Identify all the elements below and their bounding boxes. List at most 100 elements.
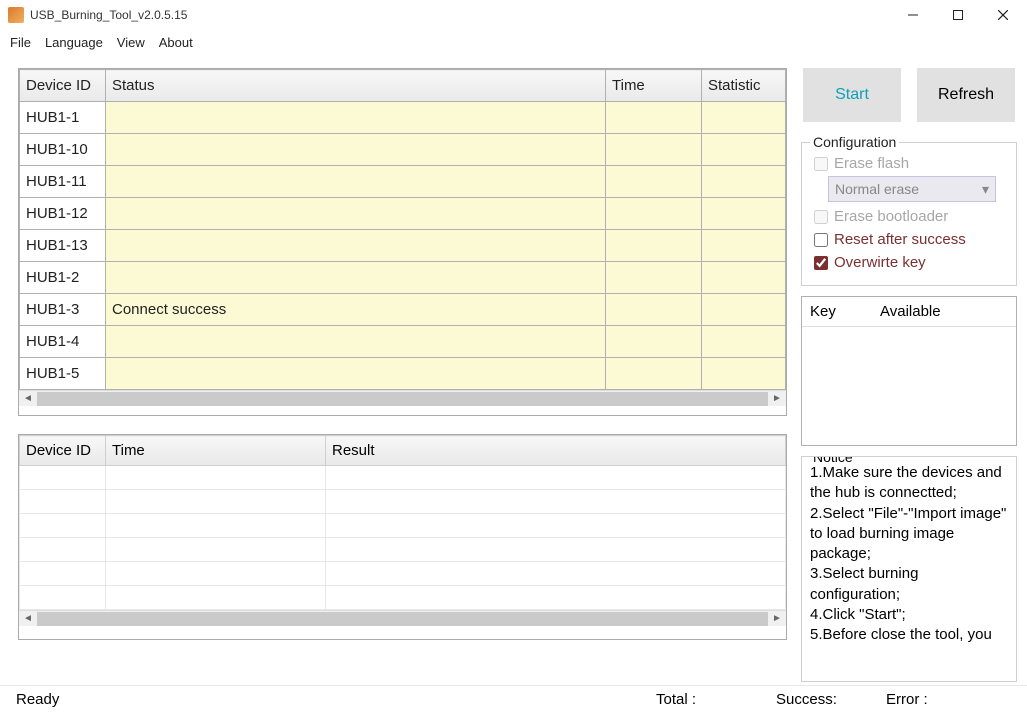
col-log-result[interactable]: Result (326, 436, 786, 466)
cell-device: HUB1-10 (20, 134, 106, 166)
table-row[interactable]: HUB1-3Connect success (20, 294, 786, 326)
erase-bootloader-row: Erase bootloader (814, 208, 1008, 225)
erase-mode-value: Normal erase (835, 181, 919, 197)
cell-stat (702, 294, 786, 326)
cell-stat (702, 102, 786, 134)
app-icon (8, 7, 24, 23)
cell-time (606, 294, 702, 326)
cell-time (606, 198, 702, 230)
scroll-left-icon[interactable]: ◄ (21, 393, 35, 404)
col-statistic[interactable]: Statistic (702, 70, 786, 102)
table-row[interactable]: HUB1-11 (20, 166, 786, 198)
cell-stat (702, 134, 786, 166)
erase-mode-select[interactable]: Normal erase ▾ (828, 176, 996, 202)
notice-legend: Notice (810, 456, 856, 467)
status-error: Error : (886, 691, 1011, 708)
device-table-hscroll[interactable]: ◄ ► (19, 390, 786, 406)
col-log-device[interactable]: Device ID (20, 436, 106, 466)
cell-stat (702, 358, 786, 390)
notice-line-2: 2.Select "File"-"Import image" to load b… (810, 504, 1008, 565)
cell-status: Connect success (106, 294, 606, 326)
key-col-header[interactable]: Key (802, 297, 872, 326)
table-row[interactable]: HUB1-12 (20, 198, 786, 230)
chevron-down-icon: ▾ (982, 181, 989, 198)
maximize-button[interactable] (935, 1, 980, 29)
table-row (20, 562, 786, 586)
reset-after-success-label: Reset after success (834, 231, 966, 248)
menu-language[interactable]: Language (45, 35, 103, 50)
cell-status (106, 326, 606, 358)
col-time[interactable]: Time (606, 70, 702, 102)
overwrite-key-row[interactable]: Overwirte key (814, 254, 1008, 271)
cell-device: HUB1-4 (20, 326, 106, 358)
cell-time (606, 134, 702, 166)
cell-time (606, 166, 702, 198)
menu-about[interactable]: About (159, 35, 193, 50)
scroll-right-icon[interactable]: ► (770, 613, 784, 624)
status-ready: Ready (16, 691, 656, 708)
configuration-legend: Configuration (810, 134, 899, 150)
available-col-header[interactable]: Available (872, 297, 949, 326)
cell-status (106, 134, 606, 166)
cell-status (106, 166, 606, 198)
scroll-right-icon[interactable]: ► (770, 393, 784, 404)
configuration-panel: Configuration Erase flash Normal erase ▾… (801, 142, 1017, 286)
table-row (20, 586, 786, 610)
cell-time (606, 358, 702, 390)
notice-line-5: 5.Before close the tool, you (810, 625, 1008, 645)
cell-status (106, 358, 606, 390)
reset-after-success-row[interactable]: Reset after success (814, 231, 1008, 248)
cell-status (106, 262, 606, 294)
erase-bootloader-label: Erase bootloader (834, 208, 948, 225)
col-log-time[interactable]: Time (106, 436, 326, 466)
menu-file[interactable]: File (10, 35, 31, 50)
cell-device: HUB1-12 (20, 198, 106, 230)
col-status[interactable]: Status (106, 70, 606, 102)
erase-flash-checkbox (814, 157, 828, 171)
table-row[interactable]: HUB1-10 (20, 134, 786, 166)
cell-stat (702, 166, 786, 198)
cell-time (606, 262, 702, 294)
cell-stat (702, 230, 786, 262)
cell-stat (702, 198, 786, 230)
cell-status (106, 230, 606, 262)
cell-time (606, 102, 702, 134)
erase-bootloader-checkbox (814, 210, 828, 224)
notice-line-1: 1.Make sure the devices and the hub is c… (810, 463, 1008, 504)
cell-stat (702, 326, 786, 358)
cell-status (106, 198, 606, 230)
overwrite-key-checkbox[interactable] (814, 256, 828, 270)
minimize-button[interactable] (890, 1, 935, 29)
log-table-hscroll[interactable]: ◄ ► (19, 610, 786, 626)
notice-panel: Notice 1.Make sure the devices and the h… (801, 456, 1017, 682)
table-row (20, 538, 786, 562)
menu-view[interactable]: View (117, 35, 145, 50)
table-row (20, 466, 786, 490)
table-row[interactable]: HUB1-13 (20, 230, 786, 262)
table-row[interactable]: HUB1-2 (20, 262, 786, 294)
cell-device: HUB1-11 (20, 166, 106, 198)
table-row[interactable]: HUB1-1 (20, 102, 786, 134)
reset-after-success-checkbox[interactable] (814, 233, 828, 247)
col-device-id[interactable]: Device ID (20, 70, 106, 102)
start-button[interactable]: Start (803, 68, 901, 122)
notice-line-3: 3.Select burning configuration; (810, 564, 1008, 605)
table-row[interactable]: HUB1-5 (20, 358, 786, 390)
device-table[interactable]: Device ID Status Time Statistic HUB1-1HU… (19, 69, 786, 390)
log-table[interactable]: Device ID Time Result (19, 435, 786, 610)
device-table-panel: Device ID Status Time Statistic HUB1-1HU… (18, 68, 787, 416)
erase-flash-row: Erase flash (814, 155, 1008, 172)
close-button[interactable] (980, 1, 1025, 29)
table-row[interactable]: HUB1-4 (20, 326, 786, 358)
cell-time (606, 326, 702, 358)
scroll-left-icon[interactable]: ◄ (21, 613, 35, 624)
key-table: Key Available (801, 296, 1017, 446)
refresh-button[interactable]: Refresh (917, 68, 1015, 122)
table-row (20, 514, 786, 538)
cell-device: HUB1-1 (20, 102, 106, 134)
log-table-panel: Device ID Time Result ◄ ► (18, 434, 787, 640)
erase-flash-label: Erase flash (834, 155, 909, 172)
cell-device: HUB1-13 (20, 230, 106, 262)
cell-device: HUB1-5 (20, 358, 106, 390)
status-bar: Ready Total : Success: Error : (0, 685, 1027, 713)
